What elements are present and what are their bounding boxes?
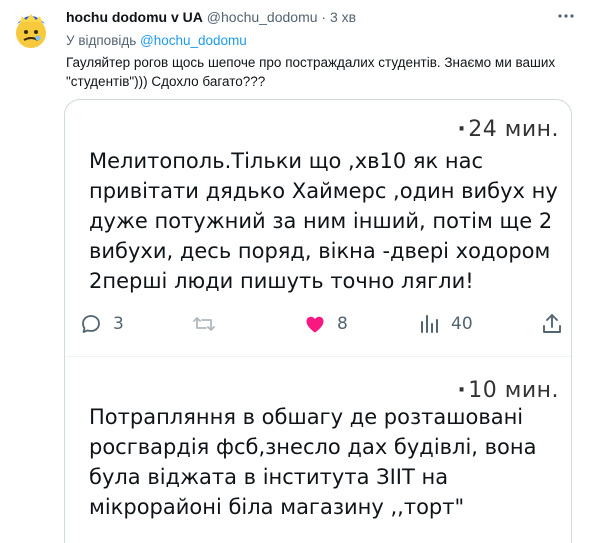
views-count: 40 (451, 314, 473, 334)
views-chart-icon (421, 315, 438, 333)
like-button[interactable]: 8 (303, 312, 348, 336)
reply-prefix: У відповідь (66, 33, 141, 48)
heart-icon (306, 316, 324, 333)
more-options-icon[interactable] (556, 6, 576, 31)
post1-timestamp: ·24 мин. (457, 117, 559, 142)
tweet-text: Гауляйтер рогов щось шепоче про постражд… (66, 55, 556, 89)
share-button[interactable] (541, 312, 563, 336)
reply-count: 3 (113, 314, 124, 334)
post1-actions: 3 8 40 (65, 312, 571, 342)
post2-timestamp: ·10 мин. (457, 378, 559, 403)
avatar[interactable] (8, 6, 54, 52)
tweet-timestamp[interactable]: 3 хв (330, 9, 356, 25)
separator-dot: · (321, 9, 327, 25)
author-name[interactable]: hochu dodomu v UA (66, 9, 203, 25)
views-button[interactable]: 40 (417, 312, 473, 336)
divider (65, 356, 571, 357)
post2-text: Потрапляння в обшагу де розташовані росг… (89, 405, 537, 519)
avatar-image (16, 14, 46, 48)
retweet-icon (193, 317, 215, 331)
retweet-button[interactable] (191, 312, 217, 336)
tweet-header: hochu dodomu v UA @hochu_dodomu · 3 хв (66, 9, 550, 25)
share-icon (543, 314, 561, 333)
reply-icon (82, 315, 100, 333)
embedded-screenshot[interactable]: ·24 мин. Мелитополь.Тільки що ,хв10 як н… (64, 99, 572, 543)
reply-button[interactable]: 3 (79, 312, 124, 336)
like-count: 8 (337, 314, 348, 334)
reply-context: У відповідь @hochu_dodomu (66, 33, 247, 48)
author-handle[interactable]: @hochu_dodomu (207, 9, 318, 25)
reply-to-link[interactable]: @hochu_dodomu (140, 33, 247, 48)
post1-text: Мелитополь.Тільки що ,хв10 як нас привіт… (89, 149, 558, 293)
